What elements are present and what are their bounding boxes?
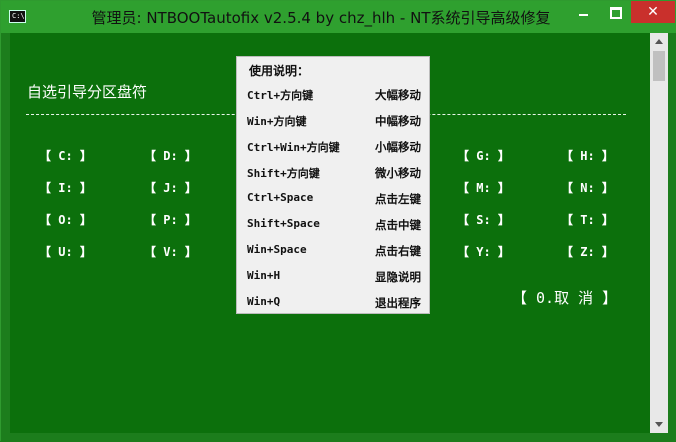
help-shortcut-key: Shift+方向键 (247, 167, 320, 180)
drive-button[interactable]: 【 G: 】 (457, 147, 510, 164)
help-shortcut-key: Win+Space (247, 243, 307, 256)
scroll-up-arrow-icon[interactable] (650, 33, 668, 49)
help-shortcut-description: 微小移动 (375, 166, 421, 180)
drive-button[interactable]: 【 Z: 】 (561, 243, 614, 260)
drive-button[interactable]: 【 C: 】 (39, 147, 92, 164)
scroll-down-arrow-icon[interactable] (650, 417, 668, 433)
help-shortcut-key: Win+H (247, 269, 281, 282)
title-bar[interactable]: C:\ 管理员: NTBOOTautofix v2.5.4 by chz_hlh… (1, 1, 676, 33)
help-title: 使用说明： (249, 64, 310, 78)
drive-button[interactable]: 【 D: 】 (144, 147, 197, 164)
cancel-button[interactable]: 【 0.取 消 】 (512, 287, 617, 308)
help-shortcut-key: Shift+Space (247, 217, 320, 230)
app-window: C:\ 管理员: NTBOOTautofix v2.5.4 by chz_hlh… (0, 0, 676, 442)
window-frame-right (668, 33, 676, 442)
help-shortcut-key: Ctrl+方向键 (247, 89, 314, 102)
help-row: Win+方向键 中幅移动 (247, 113, 421, 129)
drive-button[interactable]: 【 P: 】 (144, 211, 197, 228)
drive-button[interactable]: 【 U: 】 (39, 243, 92, 260)
drive-button[interactable]: 【 J: 】 (144, 179, 197, 196)
help-row: Shift+方向键 微小移动 (247, 165, 421, 181)
help-shortcut-description: 点击右键 (375, 244, 421, 258)
help-row: Ctrl+Space 点击左键 (247, 191, 421, 207)
drive-button[interactable]: 【 O: 】 (39, 211, 92, 228)
drive-button[interactable]: 【 V: 】 (144, 243, 197, 260)
drive-button[interactable]: 【 N: 】 (561, 179, 614, 196)
drive-button[interactable]: 【 Y: 】 (457, 243, 510, 260)
drive-button[interactable]: 【 H: 】 (561, 147, 614, 164)
drive-button[interactable]: 【 S: 】 (457, 211, 510, 228)
help-shortcut-description: 显隐说明 (375, 270, 421, 284)
close-icon: ✕ (647, 4, 659, 20)
maximize-button[interactable] (599, 1, 631, 23)
help-row: Win+Space 点击右键 (247, 243, 421, 259)
help-panel: 使用说明： Ctrl+方向键 大幅移动 Win+方向键 中幅移动 Ctrl+Win+方向… (236, 56, 430, 314)
help-shortcut-key: Ctrl+Space (247, 191, 314, 204)
help-shortcut-key: Ctrl+Win+方向键 (247, 141, 340, 154)
help-row: Win+H 显隐说明 (247, 269, 421, 285)
help-shortcut-description: 退出程序 (375, 296, 421, 310)
help-shortcut-description: 中幅移动 (375, 114, 421, 128)
console-icon[interactable]: C:\ (9, 10, 26, 23)
drive-button[interactable]: 【 M: 】 (457, 179, 510, 196)
help-shortcut-description: 大幅移动 (375, 88, 421, 102)
help-shortcut-key: Win+方向键 (247, 115, 307, 128)
close-button[interactable]: ✕ (631, 1, 675, 23)
help-shortcut-description: 小幅移动 (375, 140, 421, 154)
scroll-thumb[interactable] (653, 51, 665, 81)
window-frame-left (1, 33, 10, 433)
help-row: Shift+Space 点击中键 (247, 217, 421, 233)
help-shortcut-description: 点击左键 (375, 192, 421, 206)
help-shortcut-description: 点击中键 (375, 218, 421, 232)
help-row: Ctrl+Win+方向键 小幅移动 (247, 139, 421, 155)
drive-select-heading: 自选引导分区盘符 (27, 83, 148, 101)
help-row: Ctrl+方向键 大幅移动 (247, 87, 421, 103)
help-shortcut-key: Win+Q (247, 295, 281, 308)
minimize-button[interactable] (567, 1, 599, 23)
drive-button[interactable]: 【 I: 】 (39, 179, 92, 196)
drive-button[interactable]: 【 T: 】 (561, 211, 614, 228)
vertical-scrollbar[interactable] (650, 33, 668, 433)
window-title: 管理员: NTBOOTautofix v2.5.4 by chz_hlh - N… (91, 9, 551, 27)
help-row: Win+Q 退出程序 (247, 295, 421, 311)
